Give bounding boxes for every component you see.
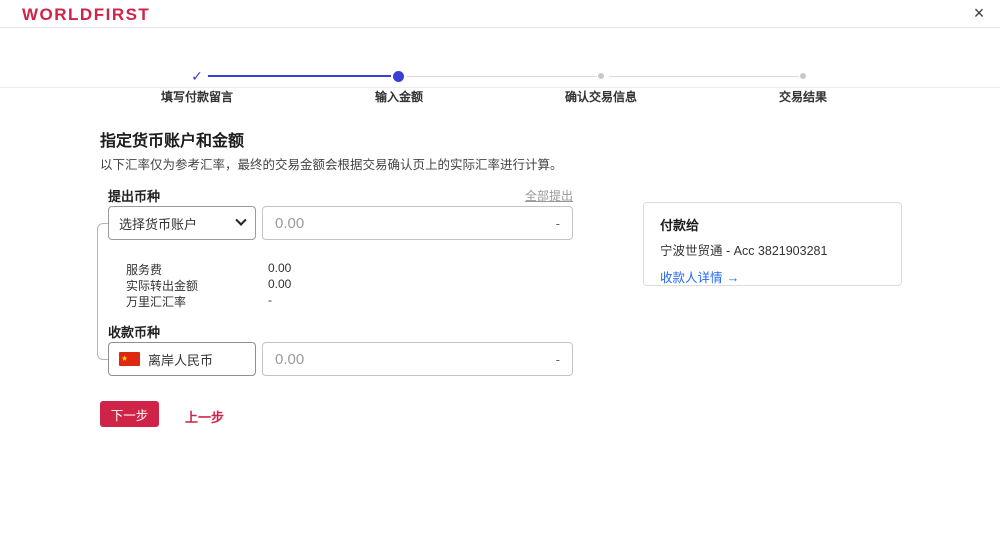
step-pending-dot-icon (800, 73, 806, 79)
target-amount-input[interactable] (275, 351, 548, 368)
withdraw-all-link[interactable]: 全部提出 (525, 187, 573, 204)
fee-label: 服务费 (126, 263, 162, 277)
arrow-right-icon: → (727, 270, 740, 285)
payment-screen: WORLDFIRST × ✓ 填写付款留言 输入金额 确认交易信息 交易结果 指… (0, 0, 1000, 542)
fee-row: 服务费 0.00 (126, 261, 446, 278)
step-label-payment-message: 填写付款留言 (127, 88, 267, 105)
source-amount-suffix: - (556, 216, 560, 231)
target-amount-box: - (262, 342, 573, 376)
step-done-check-icon: ✓ (190, 69, 204, 83)
currency-connector-line (97, 223, 108, 360)
source-amount-box: - (262, 206, 573, 240)
target-amount-suffix: - (556, 352, 560, 367)
fee-value: 0.00 (268, 261, 291, 275)
stepper-line-done (208, 75, 391, 77)
source-currency-label: 提出币种 (108, 186, 160, 205)
exchange-rate-row: 万里汇汇率 - (126, 293, 446, 310)
stepper-line-pending-1 (407, 76, 597, 77)
source-amount-input[interactable] (275, 215, 548, 232)
china-flag-icon (119, 352, 140, 366)
target-currency-label: 收款币种 (108, 322, 160, 341)
exchange-rate-label: 万里汇汇率 (126, 295, 186, 309)
close-icon[interactable]: × (968, 2, 990, 24)
next-step-button[interactable]: 下一步 (100, 401, 159, 427)
payee-card-title: 付款给 (660, 215, 885, 234)
worldfirst-logo: WORLDFIRST (22, 5, 150, 25)
target-currency-select[interactable]: 离岸人民币 (108, 342, 256, 376)
step-label-confirm-info: 确认交易信息 (531, 88, 671, 105)
target-currency-name: 离岸人民币 (148, 350, 245, 369)
payee-account-text: 宁波世贸通 - Acc 3821903281 (660, 240, 885, 259)
actual-transfer-value: 0.00 (268, 277, 291, 291)
step-label-enter-amount: 输入金额 (329, 88, 469, 105)
actual-transfer-row: 实际转出金额 0.00 (126, 277, 446, 294)
payee-details-link[interactable]: 收款人详情 → (660, 267, 740, 286)
previous-step-link[interactable]: 上一步 (185, 407, 224, 426)
source-account-select[interactable]: 选择货币账户 (108, 206, 256, 240)
chevron-down-icon (235, 215, 246, 226)
source-account-placeholder: 选择货币账户 (119, 214, 237, 233)
step-label-result: 交易结果 (733, 88, 873, 105)
page-subtitle: 以下汇率仅为参考汇率，最终的交易金额会根据交易确认页上的实际汇率进行计算。 (100, 154, 563, 173)
stepper-line-pending-2 (609, 76, 799, 77)
payee-card: 付款给 宁波世贸通 - Acc 3821903281 收款人详情 → (643, 202, 902, 286)
actual-transfer-label: 实际转出金额 (126, 279, 198, 293)
header: WORLDFIRST × (0, 0, 1000, 28)
page-title: 指定货币账户和金额 (100, 127, 244, 151)
step-active-dot-icon (393, 71, 404, 82)
stepper: ✓ 填写付款留言 输入金额 确认交易信息 交易结果 (0, 29, 1000, 88)
payee-details-link-text: 收款人详情 (660, 271, 723, 285)
step-pending-dot-icon (598, 73, 604, 79)
exchange-rate-value: - (268, 293, 272, 307)
